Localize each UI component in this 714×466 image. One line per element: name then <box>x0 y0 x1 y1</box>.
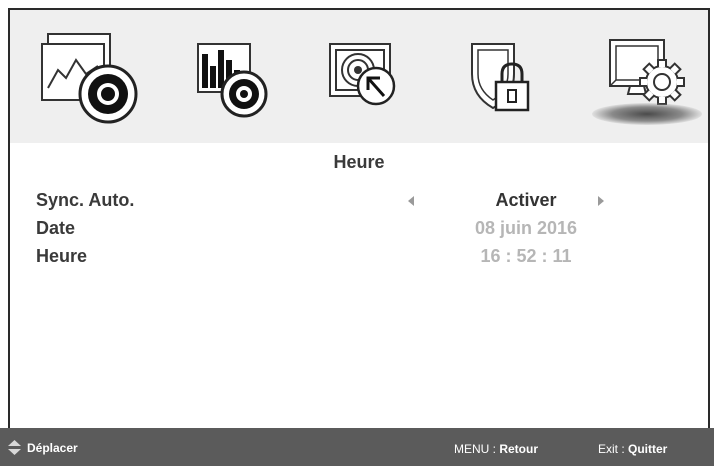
tab-color[interactable] <box>172 30 282 130</box>
selected-tab-indicator <box>592 103 702 125</box>
exit-key-label: Exit : <box>598 442 629 456</box>
time-label: Heure <box>36 246 88 266</box>
menu-action-label: Retour <box>499 442 539 456</box>
up-down-arrow-icon <box>8 440 21 455</box>
arrow-left-icon[interactable] <box>408 196 414 206</box>
color-icon <box>197 43 268 118</box>
date-label: Date <box>36 218 76 238</box>
footer-move-hint: Déplacer <box>8 440 78 455</box>
footer-hint-bar: Déplacer MENU : Retour Exit : Quitter <box>0 428 714 466</box>
date-value: 08 juin 2016 <box>474 218 578 238</box>
osd-frame: Heure Sync. Auto. Activer Date 08 juin 2… <box>8 8 710 428</box>
menu-key-label: MENU : <box>454 442 500 456</box>
input-source-icon <box>329 43 396 106</box>
setting-row-sync[interactable]: Sync. Auto. Activer <box>36 190 696 216</box>
time-value: 16 : 52 : 11 <box>480 246 572 266</box>
tab-picture[interactable] <box>36 30 146 130</box>
tab-input[interactable] <box>308 30 418 130</box>
setting-row-date: Date 08 juin 2016 <box>36 218 696 244</box>
footer-menu-hint: MENU : Retour <box>454 442 538 456</box>
menu-tab-bar <box>10 10 708 143</box>
osd-menu: Heure Sync. Auto. Activer Date 08 juin 2… <box>0 0 714 466</box>
footer-exit-hint: Exit : Quitter <box>598 442 667 456</box>
move-label: Déplacer <box>27 440 78 455</box>
sync-label: Sync. Auto. <box>36 190 135 210</box>
setting-row-time: Heure 16 : 52 : 11 <box>36 246 696 272</box>
picture-icon <box>41 33 138 124</box>
lock-icon <box>471 43 530 112</box>
section-title: Heure <box>333 152 385 172</box>
arrow-right-icon[interactable] <box>598 196 604 206</box>
sync-value[interactable]: Activer <box>436 190 616 211</box>
exit-action-label: Quitter <box>628 442 668 456</box>
tab-lock[interactable] <box>444 30 554 130</box>
